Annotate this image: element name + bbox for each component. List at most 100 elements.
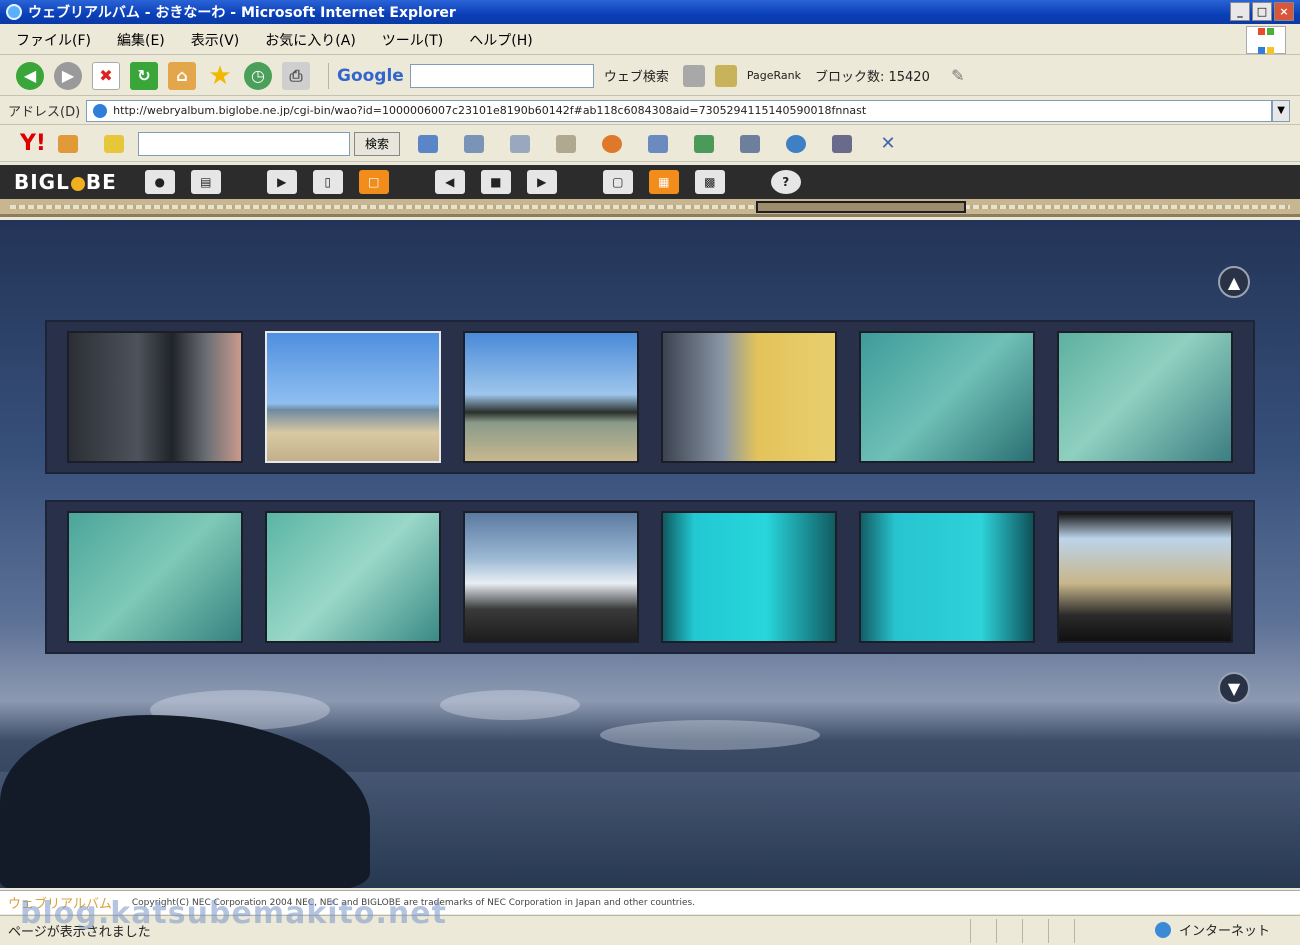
chat-icon[interactable] [831,134,852,153]
pencil-icon[interactable]: ✎ [944,62,972,90]
yahoo-toolbar: Y! 検索 ✕ [0,126,1300,162]
web-search-button[interactable]: ウェブ検索 [604,66,669,85]
background-cloud [600,720,820,750]
close-button[interactable]: × [1274,2,1294,21]
popup-blocked-count[interactable]: ブロック数: 15420 [815,66,930,85]
biglobe-logo-left: BIGL [14,170,70,194]
standard-toolbar: ◀ ▶ ✖ ↻ ⌂ ★ ◷ ⎙ Google ウェブ検索 PageRank ブロ… [0,56,1300,96]
menu-file[interactable]: ファイル(F) [16,30,91,50]
scroll-down-icon[interactable]: ▼ [1218,672,1250,704]
album-toolbar: BIGL BE ● ▤ ▶ ▯ □ ◀ ■ ▶ ▢ ▦ ▩ ? [0,165,1300,199]
mail-icon[interactable] [509,134,530,153]
scrollbar-track [10,205,1290,209]
pagerank-label[interactable]: PageRank [747,69,801,82]
stop-icon[interactable]: ✖ [92,61,120,90]
thumbnail-photo[interactable] [67,511,243,643]
map-icon[interactable] [693,134,714,153]
menu-edit[interactable]: 編集(E) [117,30,165,50]
single-view-icon[interactable]: ▢ [602,170,633,194]
stock-chart-icon[interactable] [647,134,668,153]
address-bar: アドレス(D) http://webryalbum.biglobe.ne.jp/… [0,97,1300,125]
auction-icon[interactable] [601,134,622,153]
address-label: アドレス(D) [8,105,81,120]
toolbar-options-icon[interactable] [682,64,705,87]
next-icon[interactable]: ▶ [526,170,557,194]
address-url: http://webryalbum.biglobe.ne.jp/cgi-bin/… [113,104,867,117]
yahoo-logo[interactable]: Y! [20,131,46,156]
yahoo-search-button[interactable]: 検索 [353,131,400,156]
thumbnail-photo-selected[interactable] [265,331,441,463]
toolbar-separator [328,62,329,89]
keyboard-icon[interactable]: ▤ [190,170,221,194]
address-input[interactable]: http://webryalbum.biglobe.ne.jp/cgi-bin/… [86,99,1273,122]
address-dropdown-icon[interactable]: ▼ [1272,99,1291,122]
menu-bar: ファイル(F) 編集(E) 表示(V) お気に入り(A) ツール(T) ヘルプ(… [0,25,1300,55]
scroll-up-icon[interactable]: ▲ [1218,266,1250,298]
internet-zone-icon [1154,921,1171,938]
bell-icon[interactable] [103,134,124,153]
help-icon[interactable]: ? [770,170,801,194]
back-icon[interactable]: ◀ [16,61,44,90]
title-bar: ウェブリアルバム - おきなーわ - Microsoft Internet Ex… [0,0,1300,24]
thumbnail-photo[interactable] [463,511,639,643]
refresh-icon[interactable]: ↻ [130,61,158,90]
tools-x-icon[interactable]: ✕ [878,133,898,154]
window-title: ウェブリアルバム - おきなーわ - Microsoft Internet Ex… [28,5,456,21]
thumbnail-photo[interactable] [859,331,1035,463]
windows-logo-icon [1246,26,1286,54]
edit-icon[interactable] [463,134,484,153]
camera-icon[interactable] [739,134,760,153]
maximize-button[interactable]: □ [1252,2,1272,21]
page-icon [93,103,108,118]
thumbnail-row-1 [45,320,1255,474]
thumbnail-photo[interactable] [1057,331,1233,463]
thumbnail-photo[interactable] [661,511,837,643]
biglobe-logo-right: BE [85,170,117,194]
minimize-button[interactable]: _ [1230,2,1250,21]
thumbnail-photo[interactable] [661,331,837,463]
tag-icon[interactable] [555,134,576,153]
comment-icon[interactable]: □ [358,170,389,194]
background-cloud [440,690,580,720]
previous-icon[interactable]: ◀ [434,170,465,194]
watermark: blog.katsubemakito.net [20,896,447,931]
zone-label: インターネット [1178,924,1270,939]
menu-view[interactable]: 表示(V) [191,30,240,50]
menu-tools[interactable]: ツール(T) [382,30,443,50]
forward-icon[interactable]: ▶ [54,61,82,90]
thumbnail-row-2 [45,500,1255,654]
security-zone: インターネット [1154,920,1270,939]
browser-window: ウェブリアルバム - おきなーわ - Microsoft Internet Ex… [0,0,1300,945]
menu-favorites[interactable]: お気に入り(A) [265,30,356,50]
thumbnail-photo[interactable] [67,331,243,463]
favorites-star-icon[interactable]: ★ [206,61,234,91]
home-icon[interactable]: ⌂ [168,61,196,90]
album-viewer: ▲ ▼ [0,220,1300,888]
thumbnail-photo[interactable] [1057,511,1233,643]
thumbnail-view-icon[interactable]: ▦ [648,170,679,194]
thumbnail-photo[interactable] [859,511,1035,643]
biglobe-logo[interactable]: BIGL BE [14,170,117,194]
album-scrollbar[interactable] [0,199,1300,217]
profile-icon[interactable]: ● [144,170,175,194]
filmstrip-icon[interactable]: ▯ [312,170,343,194]
globe-icon[interactable] [785,134,806,153]
yahoo-search-input[interactable] [137,131,350,156]
slideshow-icon[interactable]: ▶ [266,170,297,194]
folder-icon[interactable] [714,64,737,87]
pencil-tool-icon[interactable] [57,134,78,153]
status-cells [970,919,1100,943]
scrollbar-thumb[interactable] [756,201,966,213]
menu-help[interactable]: ヘルプ(H) [469,30,532,50]
google-logo[interactable]: Google [337,66,404,86]
stop-slideshow-icon[interactable]: ■ [480,170,511,194]
calendar-icon[interactable] [417,134,438,153]
thumbnail-photo[interactable] [265,511,441,643]
thumbnail-photo[interactable] [463,331,639,463]
history-icon[interactable]: ◷ [244,61,272,90]
print-icon[interactable]: ⎙ [282,61,310,90]
background-rock [0,715,370,888]
ie-icon [6,4,22,20]
grid-view-icon[interactable]: ▩ [694,170,725,194]
google-search-input[interactable] [409,63,594,88]
